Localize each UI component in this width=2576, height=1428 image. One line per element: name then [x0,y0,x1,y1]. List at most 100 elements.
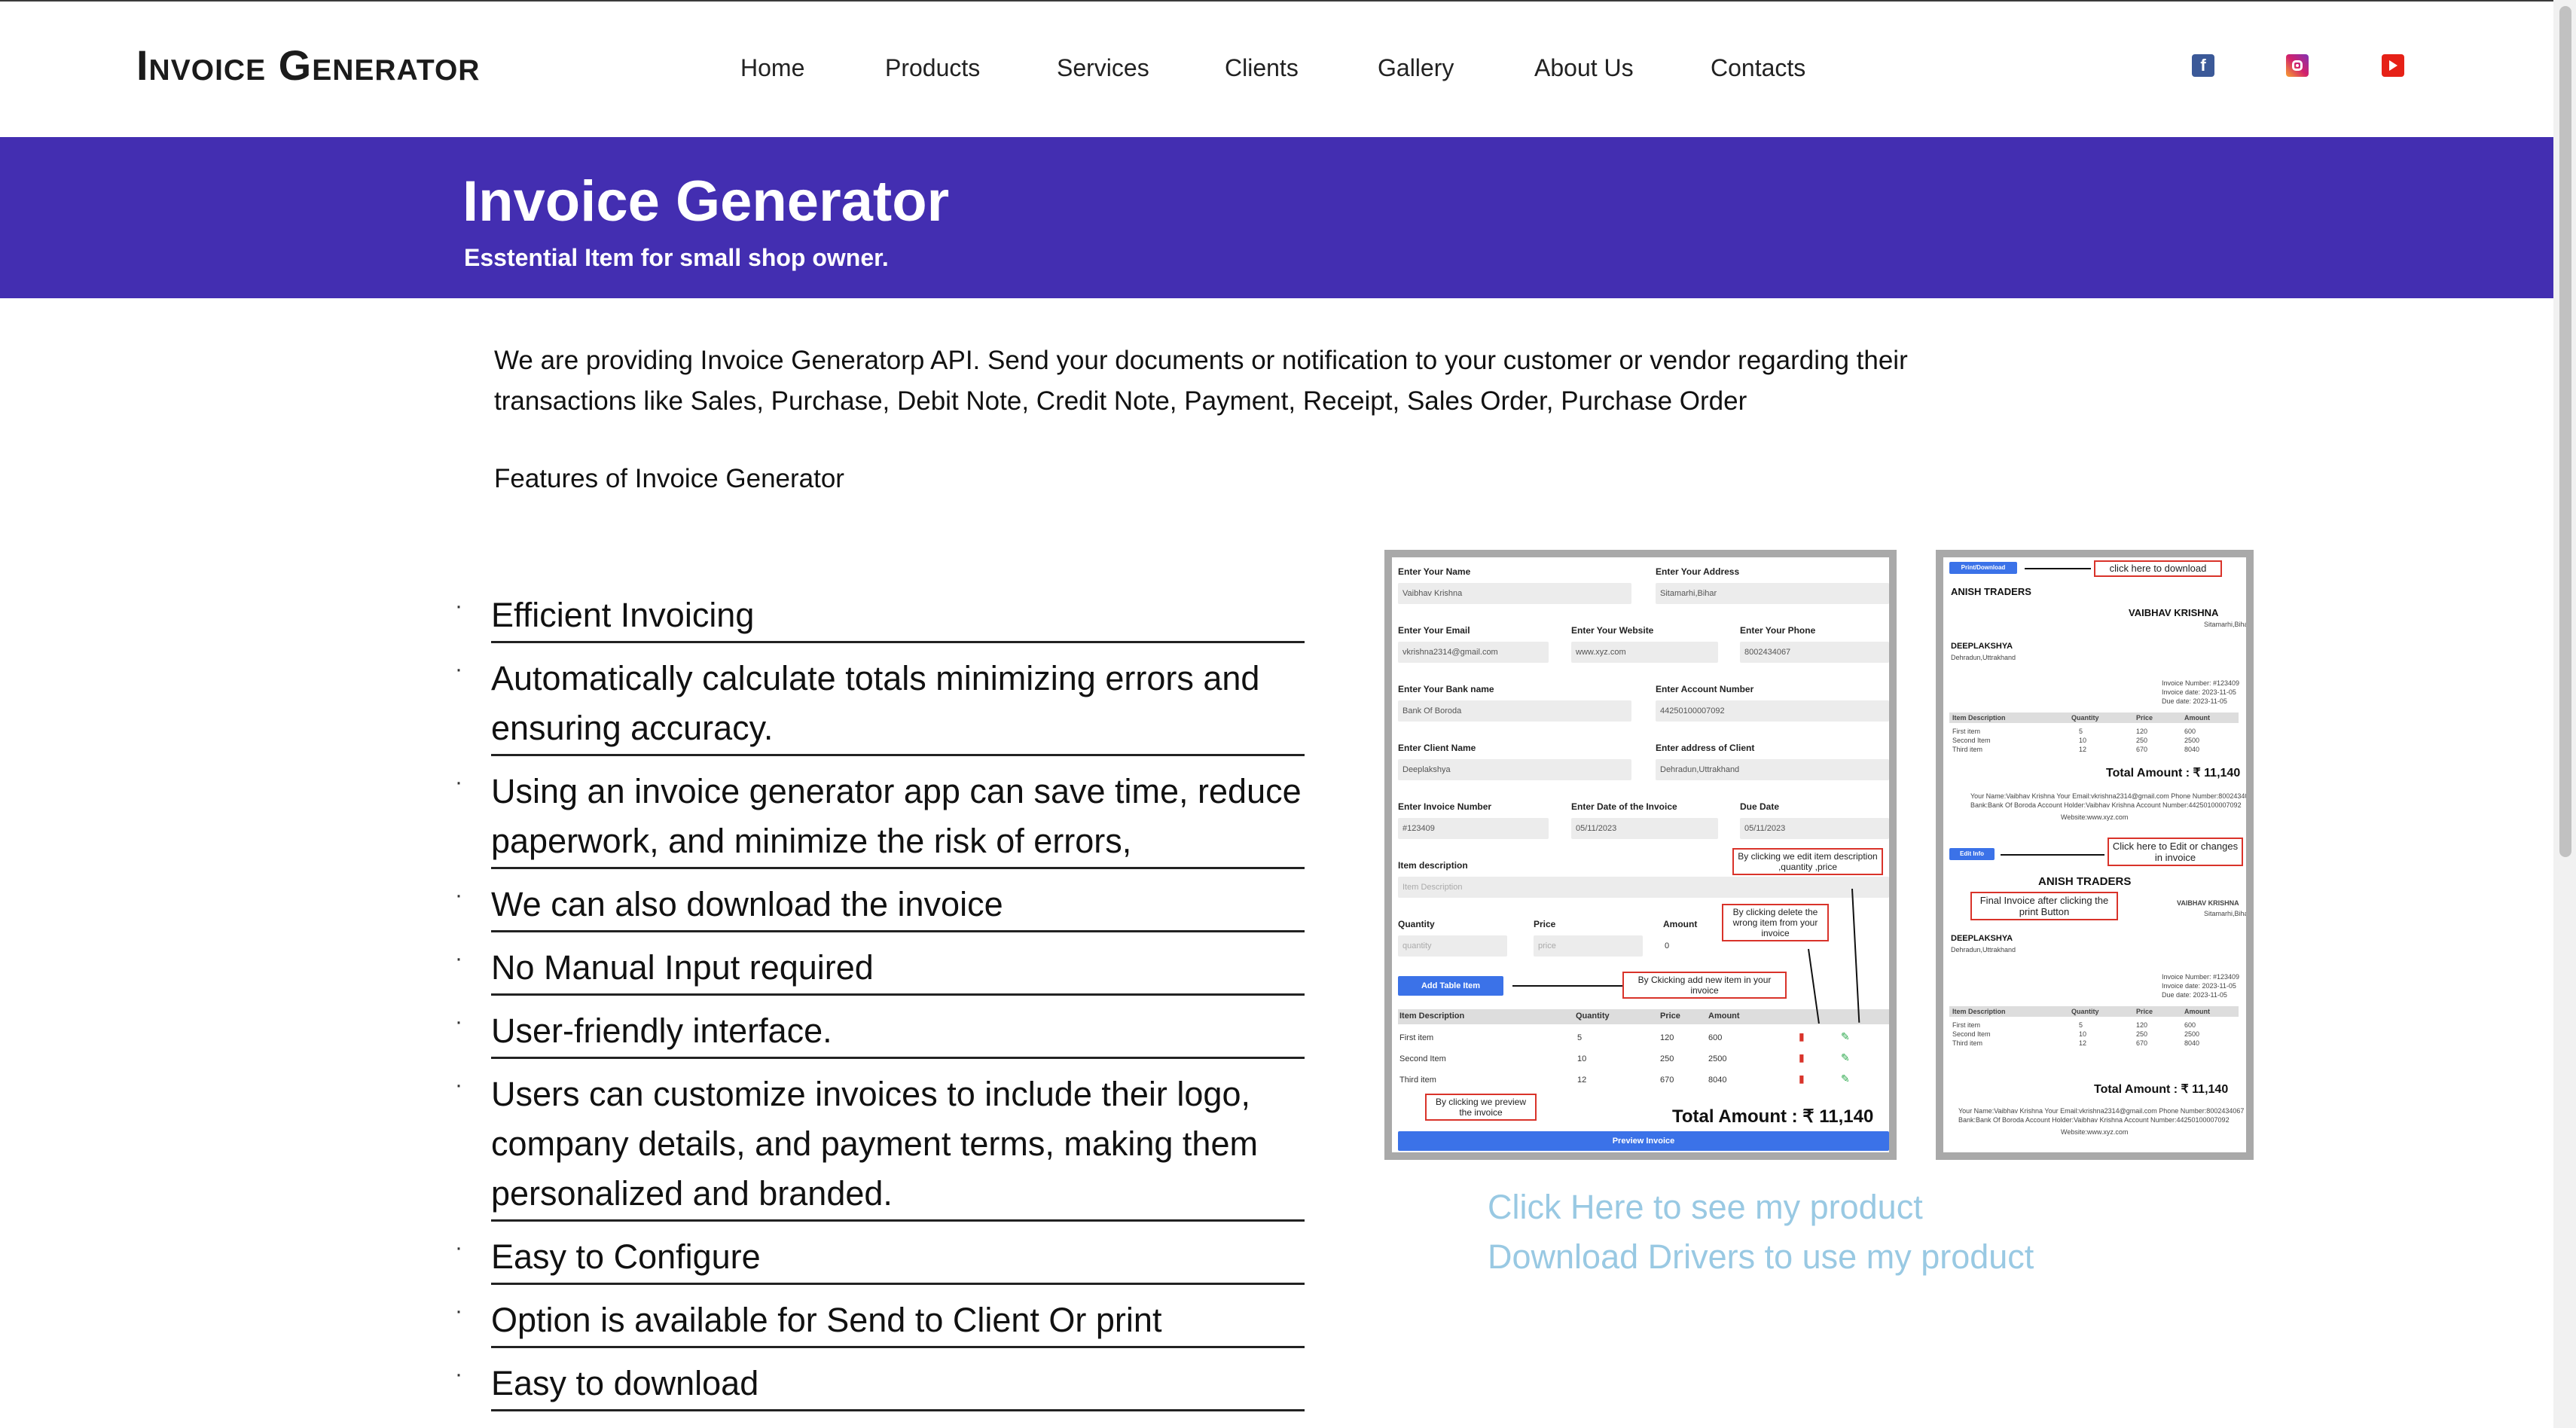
invoice-footer: Your Name:Vaibhav Krishna Your Email:vkr… [1958,1107,2245,1115]
column-header: Item Description [1952,1008,2006,1015]
form-label: Enter Your Website [1571,625,1654,636]
form-field: Vaibhav Krishna [1398,583,1631,604]
intro-text: We are providing Invoice Generatorp API.… [494,346,1908,416]
form-field: Bank Of Boroda [1398,700,1631,722]
form-label: Item description [1398,860,1468,871]
table-cell: 120 [2136,1021,2148,1029]
invoice-footer: Website:www.xyz.com [2061,813,2129,821]
form-field: 8002434067 [1740,642,1889,663]
callout-final-invoice: Final Invoice after clicking the print B… [1970,892,2118,920]
table-cell: Second Item [1952,1030,1991,1038]
feature-text: User-friendly interface. [491,1006,1305,1059]
form-label: Enter Invoice Number [1398,801,1492,812]
column-header: Amount [1708,1012,1740,1021]
arrow-line [1512,985,1622,987]
list-item: · No Manual Input required [452,943,1305,996]
invoice-footer: Your Name:Vaibhav Krishna Your Email:vkr… [1970,792,2246,800]
client-city: Dehradun,Uttrakhand [1951,946,2016,954]
form-label: Enter Date of the Invoice [1571,801,1677,812]
invoice-total: Total Amount : ₹ 11,140 [2094,1083,2229,1096]
form-label: Price [1534,919,1556,929]
table-cell: Third item [1399,1076,1436,1085]
form-label: Enter Your Bank name [1398,684,1494,694]
feature-text: Option is available for Send to Client O… [491,1295,1305,1348]
form-field: 05/11/2023 [1740,818,1889,839]
nav-contacts[interactable]: Contacts [1711,54,1805,82]
page-subtitle: Esstential Item for small shop owner. [464,244,889,271]
scrollbar-thumb[interactable] [2559,6,2571,857]
product-links: Click Here to see my product Download Dr… [1488,1182,2034,1282]
list-item: · Efficient Invoicing [452,590,1305,643]
arrow-line [1851,888,1860,1023]
nav-products[interactable]: Products [885,54,980,82]
see-product-link[interactable]: Click Here to see my product [1488,1182,2034,1232]
total-amount: Total Amount : ₹ 11,140 [1672,1106,1874,1127]
callout-delete: By clicking delete the wrong item from y… [1722,904,1829,941]
form-field: Deeplakshya [1398,759,1631,780]
hero-banner: Invoice Generator Esstential Item for sm… [0,137,2553,298]
feature-text: Automatically calculate totals minimizin… [491,654,1305,756]
form-label: Due Date [1740,801,1780,812]
list-item: · We can also download the invoice [452,880,1305,932]
invoice-meta: Invoice date: 2023-11-05 [2162,982,2236,990]
column-header: Price [2136,1008,2153,1015]
invoice-meta: Invoice date: 2023-11-05 [2162,688,2236,696]
invoice-total: Total Amount : ₹ 11,140 [2106,767,2241,780]
owner-name: VAIBHAV KRISHNA [2129,607,2219,618]
client-city: Dehradun,Uttrakhand [1951,654,2016,661]
list-item: · User-friendly interface. [452,1006,1305,1059]
list-item: · Automatically calculate totals minimizi… [452,654,1305,756]
pencil-icon: ✎ [1841,1073,1850,1085]
invoice-footer: Bank:Bank Of Boroda Account Holder:Vaibh… [1970,801,2242,809]
form-field: Dehradun,Uttrakhand [1656,759,1889,780]
table-cell: 250 [2136,737,2148,744]
invoice-meta: Invoice Number: #123409 [2162,973,2240,981]
table-cell: 2500 [2184,737,2200,744]
invoice-screenshot: Print/Download click here to download AN… [1936,550,2254,1160]
column-header: Item Description [1952,714,2006,722]
download-drivers-link[interactable]: Download Drivers to use my product [1488,1232,2034,1282]
invoice-meta: Due date: 2023-11-05 [2162,991,2227,999]
table-cell: 670 [2136,1039,2148,1047]
client-name: DEEPLAKSHYA [1951,934,2013,943]
column-header: Item Description [1399,1012,1465,1021]
form-field: 05/11/2023 [1571,818,1718,839]
add-item-button: Add Table Item [1398,976,1503,996]
client-name: DEEPLAKSHYA [1951,642,2013,651]
form-label: Enter Your Phone [1740,625,1816,636]
column-header: Quantity [2071,1008,2099,1015]
feature-list: · Efficient Invoicing · Automatically calc… [452,590,1305,1422]
trash-icon: ▮ [1799,1051,1805,1063]
nav-clients[interactable]: Clients [1225,54,1299,82]
table-cell: 12 [2079,746,2087,753]
features-heading: Features of Invoice Generator [494,464,844,493]
pencil-icon: ✎ [1841,1030,1850,1042]
instagram-icon[interactable] [2286,54,2309,77]
site-logo[interactable]: Invoice Generator [136,41,480,90]
owner-name: VAIBHAV KRISHNA [2177,899,2239,907]
table-cell: First item [1952,1021,1980,1029]
table-cell: 12 [2079,1039,2087,1047]
nav-home[interactable]: Home [740,54,804,82]
table-cell: 250 [2136,1030,2148,1038]
page-title: Invoice Generator [462,169,950,233]
youtube-icon[interactable] [2382,54,2404,77]
column-header: Price [2136,714,2153,722]
table-cell: 2500 [2184,1030,2200,1038]
callout-preview: By clicking we preview the invoice [1425,1094,1537,1121]
page-scrollbar[interactable] [2553,0,2576,1428]
nav-gallery[interactable]: Gallery [1378,54,1454,82]
form-field: Sitamarhi,Bihar [1656,583,1889,604]
nav-about-us[interactable]: About Us [1534,54,1634,82]
table-cell: Third item [1952,1039,1983,1047]
pencil-icon: ✎ [1841,1051,1850,1063]
column-header: Amount [2184,714,2210,722]
table-cell: Second Item [1952,737,1991,744]
facebook-icon[interactable]: f [2192,54,2214,77]
column-header: Amount [2184,1008,2210,1015]
amount-value: 0 [1665,941,1670,950]
nav-services[interactable]: Services [1057,54,1149,82]
table-cell: 8040 [2184,746,2200,753]
feature-text: We can also download the invoice [491,880,1305,932]
table-cell: 8040 [1708,1076,1727,1085]
